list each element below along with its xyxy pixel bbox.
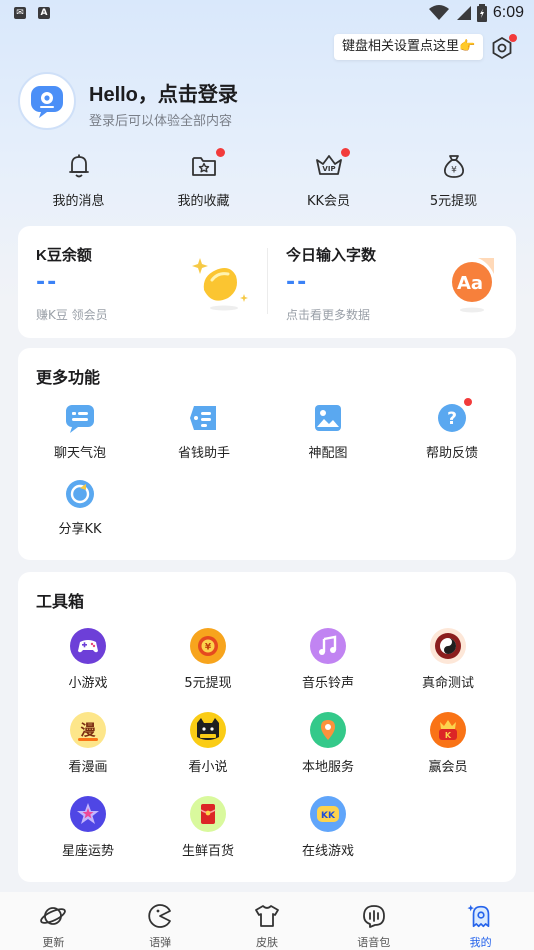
quick-cash-out[interactable]: ¥ 5元提现 [391,150,516,209]
member-gift-icon: K [439,720,457,740]
clock: 6:09 [492,4,524,21]
feature-chat-bubble[interactable]: 聊天气泡 [18,402,142,461]
tool-horoscope[interactable]: 星座运势 [26,796,150,859]
wifi-icon [428,5,449,20]
more-features-card: 更多功能 聊天气泡 省钱助手 神配图 ? 帮助反馈 分享KK [18,348,516,560]
tab-voice-packs[interactable]: 语音包 [320,892,427,950]
more-features-title: 更多功能 [36,370,101,387]
feature-picture-match[interactable]: 神配图 [266,402,390,461]
folder-star-icon [191,157,216,176]
ghost-icon [467,904,489,928]
feature-share-kk[interactable]: 分享KK [18,478,142,537]
tool-mini-games[interactable]: 小游戏 [26,628,150,691]
tab-updates[interactable]: 更新 [0,892,107,950]
share-icon [66,480,94,508]
favorites-badge [215,148,225,157]
bell-icon [68,154,89,178]
feature-saving-assistant[interactable]: 省钱助手 [142,402,266,461]
tool-local-services[interactable]: 本地服务 [266,712,390,775]
login-prompt[interactable]: Hello，点击登录 [89,78,238,107]
battery-icon [476,4,487,22]
tshirt-icon [255,905,279,927]
toolbox-title: 工具箱 [36,594,85,611]
cat-book-icon [197,718,219,740]
keyboard-a-icon: A [38,7,50,19]
voice-wave-icon [362,905,385,928]
star-sign-icon [77,803,99,824]
signal-icon [456,6,471,20]
planet-icon [40,907,67,925]
vip-badge [340,148,350,157]
kbean-balance[interactable]: K豆余额 -- 赚K豆 领会员 [18,226,267,338]
tab-mine[interactable]: 我的 [427,892,534,950]
tool-ringtones[interactable]: 音乐铃声 [266,628,390,691]
tool-online-games[interactable]: KK 在线游戏 [266,796,390,859]
yin-yang-icon [435,633,461,659]
tab-quips[interactable]: 语弹 [107,892,214,950]
bottom-tab-bar: 更新 语弹 皮肤 语音包 我的 [0,892,534,950]
stats-card: K豆余额 -- 赚K豆 领会员 今日输入字数 -- 点击看更多数据 Aa [18,226,516,338]
keyboard-settings-tip[interactable]: 键盘相关设置点这里👉 [334,34,484,60]
help-icon: ? [438,404,466,432]
gamepad-icon [78,640,98,653]
svg-text:VIP: VIP [322,165,335,173]
tool-cash-out[interactable]: ¥ 5元提现 [146,628,270,691]
kbean-icon [192,258,248,311]
svg-text:¥: ¥ [205,643,212,653]
tool-win-membership[interactable]: K 赢会员 [386,712,510,775]
quick-my-messages[interactable]: 我的消息 [16,150,141,209]
tool-comics[interactable]: 漫 看漫画 [26,712,150,775]
tab-skins[interactable]: 皮肤 [214,892,321,950]
font-aa-icon: Aa [452,258,494,313]
pacman-icon [148,904,172,928]
svg-text:K: K [445,731,452,740]
svg-text:Aa: Aa [457,273,483,294]
svg-text:KK: KK [321,811,336,821]
money-bag-icon: ¥ [443,155,464,178]
chat-bubble-icon [66,405,94,433]
cash-coin-icon: ¥ [198,636,218,656]
quick-kk-vip[interactable]: VIP KK会员 [266,148,391,209]
image-icon [315,405,341,431]
svg-text:漫: 漫 [80,721,96,739]
coupon-icon [190,406,216,430]
status-bar: ✉ A 6:09 [0,0,534,28]
kk-logo-icon [31,86,63,118]
avatar[interactable] [18,72,76,130]
music-note-icon [319,635,337,655]
help-badge [464,398,472,406]
kk-game-icon: KK [317,806,339,822]
tool-fresh-goods[interactable]: 生鲜百货 [146,796,270,859]
svg-text:¥: ¥ [451,166,457,176]
tool-destiny-test[interactable]: 真命测试 [386,628,510,691]
comic-icon: 漫 [78,721,98,741]
mail-icon: ✉ [14,7,26,19]
today-input-count[interactable]: 今日输入字数 -- 点击看更多数据 Aa [268,226,516,338]
location-pin-icon [321,720,335,740]
quick-my-favorites[interactable]: 我的收藏 [141,148,266,209]
vip-crown-icon: VIP [315,155,342,175]
toolbox-card: 工具箱 小游戏 ¥ 5元提现 音乐铃声 真命测试 漫 看漫画 看小说 本地服务 … [18,572,516,882]
login-subtitle: 登录后可以体验全部内容 [89,114,233,129]
feature-help-feedback[interactable]: ? 帮助反馈 [390,398,514,461]
tool-novels[interactable]: 看小说 [146,712,270,775]
quick-actions: 我的消息 我的收藏 VIP KK会员 ¥ 5元提现 [0,148,534,209]
red-packet-icon [200,804,216,824]
settings-button[interactable] [490,34,517,60]
svg-text:?: ? [447,409,457,429]
settings-badge [509,34,517,42]
